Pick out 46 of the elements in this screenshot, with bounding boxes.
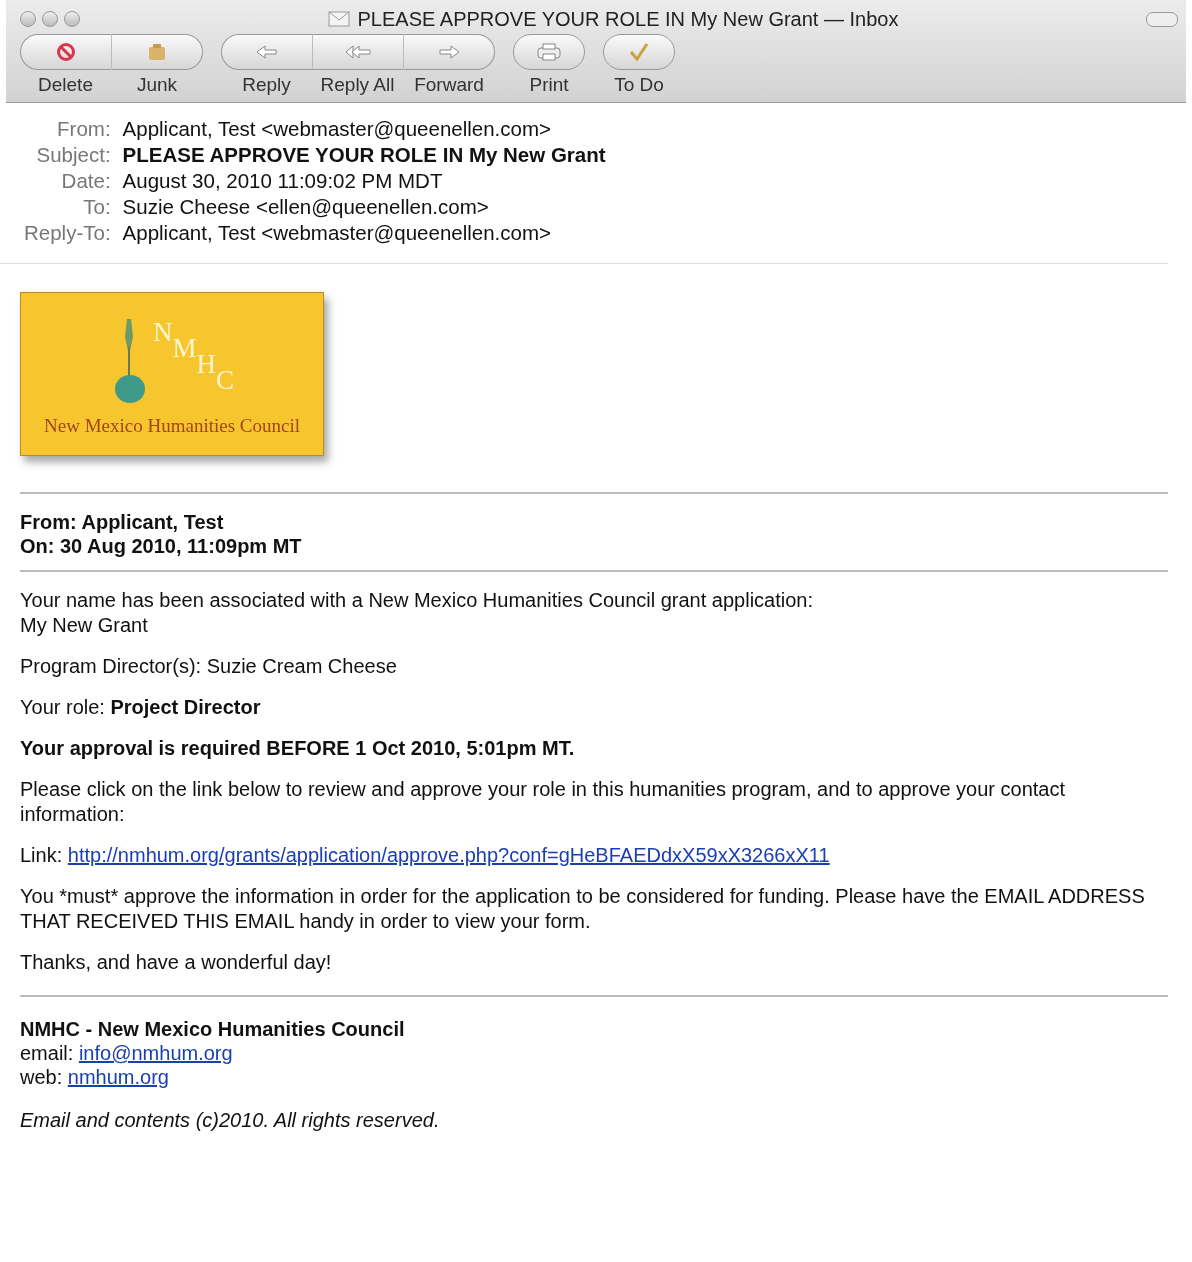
body-text: Thanks, and have a wonderful day!: [20, 950, 333, 975]
body-text: Your approval is required BEFORE 1 Oct 2010, 5:01pm MT.: [20, 736, 576, 761]
logo-letter: M: [172, 333, 197, 363]
logo-letter: N: [153, 317, 173, 349]
contact-label: email:: [20, 1042, 74, 1064]
minimize-icon[interactable]: [42, 11, 58, 27]
logo-caption: New Mexico Humanities Council: [44, 415, 300, 437]
header-value: Applicant, Test <webmaster@queenellen.com>: [122, 117, 552, 141]
printer-icon: [535, 42, 563, 62]
logo-letter: H: [196, 349, 216, 381]
header-label: Reply-To:: [24, 221, 111, 245]
window-title: PLEASE APPROVE YOUR ROLE IN My New Grant — Inbox: [357, 7, 899, 31]
contact-link[interactable]: nmhum.org: [67, 1066, 169, 1088]
copyright-text: Email and contents (c)2010. All rights reserved.: [20, 1109, 441, 1132]
body-text: Please click on the link below to review and approve your role in this humanities program, and to approve your contact information:: [20, 777, 1066, 827]
reply-all-arrow-icon: [344, 43, 372, 61]
envelope-icon: [327, 11, 350, 27]
header-label: To:: [82, 195, 111, 219]
logo-letter: C: [216, 365, 235, 396]
message-meta: From: Applicant, Test: [20, 510, 225, 534]
contact-link[interactable]: info@nmhum.org: [78, 1042, 233, 1064]
signature-org: NMHC - New Mexico Humanities Council: [20, 1017, 406, 1041]
body-text: You *must* approve the information in order for the application to be considered for funding. Please have the EMAIL ADDRESS THAT RECEIVED THIS EMAIL handy in order to view your form.: [20, 884, 1146, 934]
zoom-icon[interactable]: [64, 11, 80, 27]
header-value: August 30, 2010 11:09:02 PM MDT: [122, 169, 444, 193]
toolbar-toggle-icon[interactable]: [1146, 11, 1178, 27]
message-meta: On: 30 Aug 2010, 11:09pm MT: [20, 534, 303, 558]
header-label: Subject:: [35, 143, 111, 167]
header-label: Date:: [60, 169, 111, 193]
checkmark-icon: [628, 42, 650, 62]
link-label: Link:: [20, 844, 63, 866]
body-text: My New Grant: [20, 613, 149, 638]
contact-label: web:: [20, 1066, 63, 1088]
reply-arrow-icon: [255, 43, 279, 61]
header-value: Suzie Cheese <ellen@queenellen.com>: [122, 195, 490, 219]
header-value: PLEASE APPROVE YOUR ROLE IN My New Grant: [122, 143, 607, 167]
forward-arrow-icon: [437, 43, 461, 61]
close-icon[interactable]: [20, 11, 36, 27]
prohibited-icon: [56, 42, 76, 62]
bag-icon: [146, 42, 168, 62]
header-value: Applicant, Test <webmaster@queenellen.com>: [122, 221, 552, 245]
body-text: Program Director(s): Suzie Cream Cheese: [20, 654, 398, 679]
body-text: Your role: Project Director: [20, 695, 262, 720]
body-text: Your name has been associated with a New Mexico Humanities Council grant application:: [20, 588, 815, 613]
approve-link[interactable]: http://nmhum.org/grants/application/approve.php?conf=gHeBFAEDdxX59xX3266xX11: [67, 844, 830, 866]
header-label: From:: [56, 117, 111, 141]
